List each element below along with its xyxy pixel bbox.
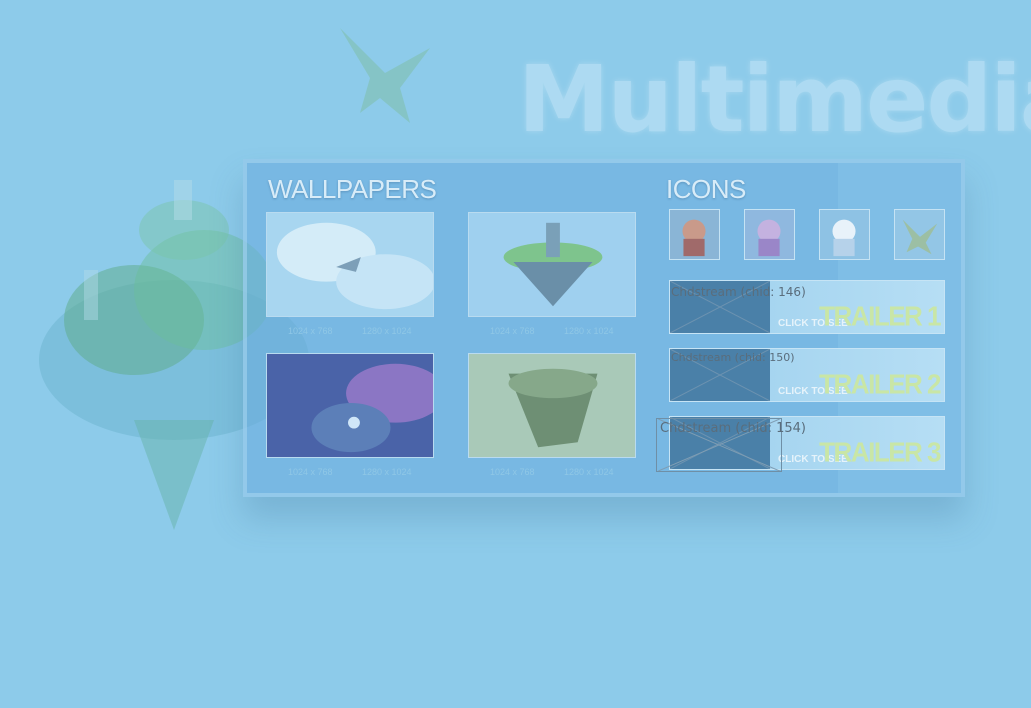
wallpaper-2-res-large[interactable]: 1280 x 1024 [564,326,614,336]
wallpaper-4-res-small[interactable]: 1024 x 768 [490,467,535,477]
wallpaper-thumbnail-2[interactable] [468,212,636,317]
page-title: Multimedia [518,46,1031,153]
trailer-3-stream-label: Chdstream (chid: 154) [660,421,806,436]
trailer-1-label: TRAILER 1 [819,300,941,332]
trailer-2-label: TRAILER 2 [819,368,941,400]
icon-download-4[interactable] [894,209,945,260]
trailer-3-label: TRAILER 3 [819,436,941,468]
wallpaper-thumbnail-4[interactable] [468,353,636,458]
wallpaper-thumbnail-1[interactable] [266,212,434,317]
wallpaper-4-res-large[interactable]: 1280 x 1024 [564,467,614,477]
wallpaper-1-res-small[interactable]: 1024 x 768 [288,326,333,336]
icon-download-2[interactable] [744,209,795,260]
wallpaper-2-res-small[interactable]: 1024 x 768 [490,326,535,336]
flying-bird-decor [330,18,445,133]
icon-download-3[interactable] [819,209,870,260]
wallpapers-heading: WALLPAPERS [268,174,437,204]
wallpaper-1-res-large[interactable]: 1280 x 1024 [362,326,412,336]
wallpaper-thumbnail-3[interactable] [266,353,434,458]
icon-download-1[interactable] [669,209,720,260]
icons-heading: ICONS [666,174,746,204]
wallpaper-3-res-large[interactable]: 1280 x 1024 [362,467,412,477]
wallpaper-3-res-small[interactable]: 1024 x 768 [288,467,333,477]
trailer-2-stream-label: Chdstream (chid: 150) [671,351,795,364]
trailer-1-stream-label: Chdstream (chid: 146) [671,285,806,299]
